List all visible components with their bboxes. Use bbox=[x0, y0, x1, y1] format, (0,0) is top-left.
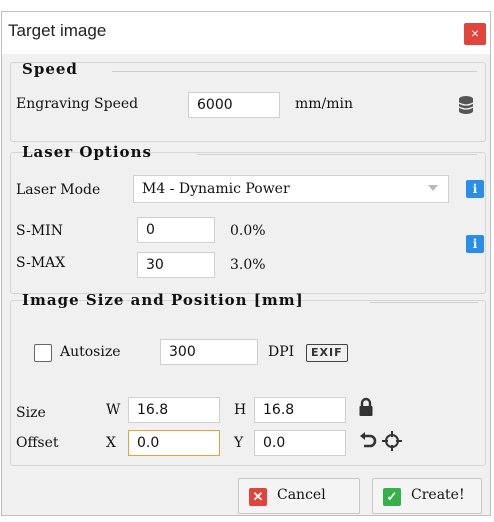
chevron-down-icon bbox=[428, 185, 438, 191]
width-label: W bbox=[106, 402, 121, 418]
smin-label: S-MIN bbox=[16, 223, 63, 239]
cancel-button[interactable]: ✕ Cancel bbox=[238, 478, 360, 514]
laser-mode-select[interactable]: M4 - Dynamic Power bbox=[133, 175, 449, 203]
image-size-divider bbox=[370, 302, 478, 303]
offset-y-input[interactable]: 0.0 bbox=[254, 430, 346, 456]
cancel-icon: ✕ bbox=[249, 488, 267, 506]
smin-input[interactable]: 0 bbox=[137, 217, 215, 243]
speed-section-title: Speed bbox=[22, 60, 78, 78]
smin-value: 0 bbox=[146, 222, 155, 238]
size-label: Size bbox=[16, 405, 46, 421]
cancel-button-label: Cancel bbox=[277, 487, 326, 503]
x-label: X bbox=[106, 435, 116, 451]
autosize-checkbox[interactable] bbox=[34, 344, 52, 362]
smax-label: S-MAX bbox=[16, 255, 66, 271]
y-label: Y bbox=[234, 435, 244, 451]
create-button-label: Create! bbox=[411, 487, 465, 503]
height-input[interactable]: 16.8 bbox=[254, 397, 346, 423]
create-button[interactable]: ✓ Create! bbox=[372, 478, 482, 514]
close-icon: × bbox=[470, 25, 480, 41]
height-value: 16.8 bbox=[263, 402, 295, 418]
dpi-input[interactable]: 300 bbox=[160, 339, 258, 365]
dpi-label: DPI bbox=[268, 344, 295, 360]
smin-percent: 0.0% bbox=[230, 223, 266, 239]
laser-mode-info-icon[interactable]: i bbox=[466, 180, 484, 198]
database-icon[interactable] bbox=[457, 95, 475, 115]
speed-divider bbox=[112, 71, 477, 72]
speed-unit-label: mm/min bbox=[295, 96, 354, 112]
title-bar: Target image × bbox=[2, 12, 490, 54]
engraving-speed-value: 6000 bbox=[197, 97, 233, 113]
laser-mode-label: Laser Mode bbox=[16, 182, 101, 198]
laser-mode-value: M4 - Dynamic Power bbox=[142, 181, 290, 197]
offset-x-input[interactable]: 0.0 bbox=[128, 430, 220, 456]
image-size-group bbox=[10, 300, 486, 466]
engraving-speed-input[interactable]: 6000 bbox=[188, 92, 280, 118]
laser-options-divider bbox=[197, 154, 477, 155]
window-title: Target image bbox=[8, 21, 107, 40]
lock-icon[interactable] bbox=[358, 397, 374, 417]
crosshair-icon[interactable] bbox=[382, 431, 402, 451]
smax-percent: 3.0% bbox=[230, 257, 266, 273]
offset-y-value: 0.0 bbox=[263, 435, 286, 451]
offset-x-value: 0.0 bbox=[137, 435, 160, 451]
engraving-speed-label: Engraving Speed bbox=[16, 96, 139, 112]
height-label: H bbox=[234, 402, 247, 418]
laser-options-section-title: Laser Options bbox=[22, 143, 152, 161]
smax-value: 30 bbox=[146, 257, 164, 273]
reset-icon[interactable] bbox=[359, 432, 377, 450]
width-input[interactable]: 16.8 bbox=[128, 397, 220, 423]
image-size-section-title: Image Size and Position [mm] bbox=[22, 291, 304, 309]
offset-label: Offset bbox=[16, 435, 59, 451]
exif-button[interactable]: EXIF bbox=[306, 344, 348, 362]
target-image-dialog: Target image × Speed Engraving Speed 600… bbox=[1, 11, 491, 516]
close-button[interactable]: × bbox=[464, 23, 486, 45]
power-info-icon[interactable]: i bbox=[466, 235, 484, 253]
width-value: 16.8 bbox=[137, 402, 169, 418]
smax-input[interactable]: 30 bbox=[137, 252, 215, 278]
autosize-label: Autosize bbox=[60, 344, 121, 360]
dpi-value: 300 bbox=[169, 344, 196, 360]
check-icon: ✓ bbox=[383, 488, 401, 506]
